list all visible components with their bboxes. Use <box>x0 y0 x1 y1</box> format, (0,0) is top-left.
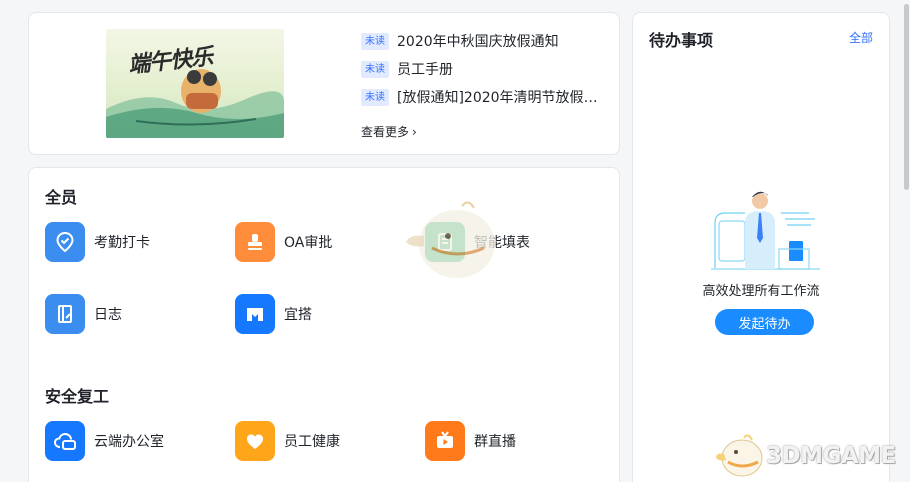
app-staff-health[interactable]: 员工健康 <box>235 421 340 461</box>
announcement-item[interactable]: 未读 2020年中秋国庆放假通知 <box>361 27 611 55</box>
todo-card: 待办事项 全部 高效处理所有工作流 发起待办 <box>632 12 890 482</box>
section-title-safe-return: 安全复工 <box>45 387 110 406</box>
yida-icon <box>235 294 275 334</box>
holiday-banner-image[interactable]: 端午快乐 <box>106 29 284 138</box>
todo-description: 高效处理所有工作流 <box>702 284 820 299</box>
announcement-card: 端午快乐 未读 2020年中秋国庆放假通知 未读 员工手册 未读 [放假通知]2… <box>28 12 620 155</box>
app-attendance[interactable]: 考勤打卡 <box>45 222 150 262</box>
unread-badge: 未读 <box>361 88 389 106</box>
page-scrollbar[interactable] <box>902 0 910 482</box>
app-oa-approval[interactable]: OA审批 <box>235 222 332 262</box>
location-check-icon <box>45 222 85 262</box>
see-more-link[interactable]: 查看更多 › <box>361 123 417 140</box>
app-yida[interactable]: 宜搭 <box>235 294 312 334</box>
app-label: OA审批 <box>284 235 333 251</box>
announcement-title[interactable]: [放假通知]2020年清明节放假通知 <box>397 87 609 107</box>
announcement-item[interactable]: 未读 员工手册 <box>361 55 611 83</box>
chevron-right-icon: › <box>412 124 417 139</box>
announcement-list: 未读 2020年中秋国庆放假通知 未读 员工手册 未读 [放假通知]2020年清… <box>361 27 611 111</box>
mascot-logo-icon <box>716 434 763 477</box>
create-todo-button[interactable]: 发起待办 <box>715 309 814 335</box>
announcement-title[interactable]: 2020年中秋国庆放假通知 <box>397 31 559 51</box>
heart-icon <box>235 421 275 461</box>
app-label: 云端办公室 <box>94 434 164 450</box>
apps-card: 全员 考勤打卡 OA审批 智能填表 日志 宜搭 安全复工 云端办公室 员工健康 … <box>28 167 620 482</box>
app-cloud-office[interactable]: 云端办公室 <box>45 421 164 461</box>
journal-icon <box>45 294 85 334</box>
mascot-watermark-icon <box>406 201 495 278</box>
app-label: 考勤打卡 <box>94 235 150 251</box>
app-label: 员工健康 <box>284 434 340 450</box>
section-title-all-staff: 全员 <box>45 188 78 207</box>
live-tv-icon <box>425 421 465 461</box>
unread-badge: 未读 <box>361 60 389 78</box>
app-group-live[interactable]: 群直播 <box>425 421 516 461</box>
site-watermark: 3DMGAME <box>714 432 896 480</box>
app-label: 宜搭 <box>284 307 312 323</box>
todo-all-link[interactable]: 全部 <box>849 29 873 46</box>
unread-badge: 未读 <box>361 32 389 50</box>
scrollbar-thumb[interactable] <box>904 4 909 190</box>
announcement-item[interactable]: 未读 [放假通知]2020年清明节放假通知 <box>361 83 611 111</box>
announcement-title[interactable]: 员工手册 <box>397 59 453 79</box>
stamp-icon <box>235 222 275 262</box>
app-journal[interactable]: 日志 <box>45 294 122 334</box>
empty-todo-illustration-icon <box>711 191 820 270</box>
watermark-text: 3DMGAME <box>766 443 896 469</box>
cloud-office-icon <box>45 421 85 461</box>
todo-title: 待办事项 <box>649 31 714 50</box>
app-label: 日志 <box>94 307 122 323</box>
app-label: 群直播 <box>474 434 516 450</box>
see-more-label: 查看更多 <box>361 125 410 139</box>
